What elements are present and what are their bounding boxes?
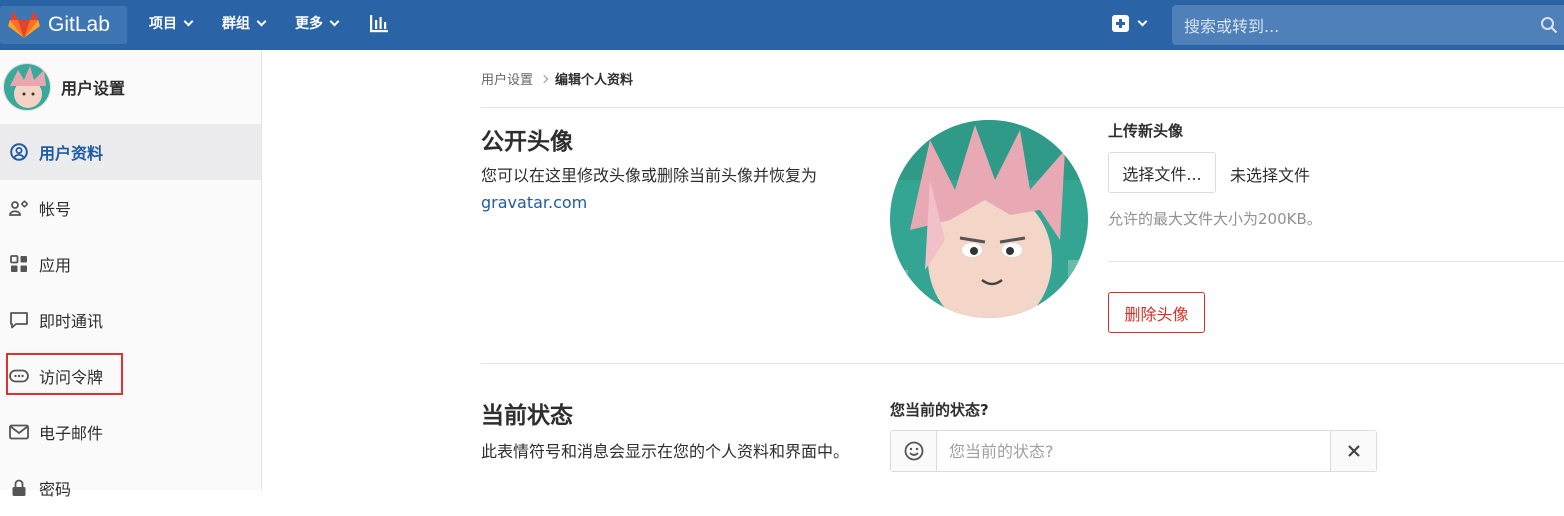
remove-avatar-button[interactable]: 删除头像 [1108,292,1205,333]
upload-title: 上传新头像 [1108,122,1184,140]
sidebar-item-profile[interactable]: 用户资料 [0,124,261,180]
nav-groups-label: 群组 [222,16,250,32]
new-item-dropdown[interactable] [1112,15,1148,32]
gitlab-logo-icon [8,11,40,38]
nav-projects-label: 项目 [149,16,177,32]
nav-more-dropdown[interactable]: 更多 [295,13,340,33]
smiley-icon [904,441,923,461]
breadcrumb-parent-link[interactable]: 用户设置 [481,69,533,88]
gitlab-home-link[interactable]: GitLab [0,6,127,44]
divider [481,107,1564,108]
no-file-chosen-text: 未选择文件 [1230,166,1311,185]
settings-sidebar: 用户设置 用户资料 帐号 应用 即时通讯 访问令牌 电子邮件 密码 [0,50,262,499]
sidebar-item-emails[interactable]: 电子邮件 [0,404,261,460]
top-navbar: GitLab 项目 群组 更多 搜索或转到... [0,0,1564,50]
sidebar-item-chat[interactable]: 即时通讯 [0,292,261,348]
search-input[interactable]: 搜索或转到... [1172,5,1564,45]
sidebar-item-password[interactable]: 密码 [0,460,261,516]
emoji-picker-button[interactable] [891,431,937,471]
chevron-right-icon [539,74,549,83]
chat-icon [9,310,29,330]
gravatar-link[interactable]: gravatar.com [481,193,587,212]
chevron-down-icon [256,16,267,26]
chevron-down-icon [183,16,194,26]
breadcrumb: 用户设置 编辑个人资料 [481,69,633,88]
avatar-description-text: 您可以在这里修改头像或删除当前头像并恢复为 [481,166,818,185]
sidebar-item-label: 密码 [39,480,72,499]
sidebar-item-label: 用户资料 [39,144,104,163]
close-icon [1347,445,1360,457]
choose-file-button[interactable]: 选择文件... [1108,152,1216,193]
nav-groups-dropdown[interactable]: 群组 [222,13,267,33]
max-size-help-text: 允许的最大文件大小为200KB。 [1108,210,1322,228]
chevron-down-icon [1137,16,1148,27]
lock-icon [9,478,29,498]
current-avatar-image [890,120,1088,318]
sidebar-item-account[interactable]: 帐号 [0,180,261,236]
avatar [3,63,51,111]
plus-square-icon [1112,15,1129,32]
applications-icon [9,254,29,274]
account-icon [9,198,29,218]
nav-more-label: 更多 [295,16,323,32]
search-placeholder: 搜索或转到... [1184,17,1280,36]
activity-chart-icon[interactable] [369,14,389,34]
avatar-section-description: 您可以在这里修改头像或删除当前头像并恢复为 gravatar.com [481,162,861,216]
highlight-annotation-box [6,353,123,395]
clear-status-button[interactable] [1330,431,1376,471]
status-message-input[interactable] [937,431,1330,471]
sidebar-item-label: 即时通讯 [39,312,104,331]
sidebar-header[interactable]: 用户设置 [0,50,261,124]
profile-icon [9,142,29,162]
search-icon [1541,17,1558,34]
status-input-group [890,430,1377,472]
mail-icon [9,422,29,442]
sidebar-title: 用户设置 [61,79,126,98]
status-section-title: 当前状态 [481,403,573,429]
breadcrumb-current[interactable]: 编辑个人资料 [555,69,633,88]
brand-name: GitLab [48,13,110,36]
chevron-down-icon [329,16,340,26]
divider [481,363,1564,364]
sidebar-item-label: 电子邮件 [39,424,104,443]
divider [1108,261,1564,262]
sidebar-item-label: 帐号 [39,200,72,219]
sidebar-item-label: 应用 [39,256,72,275]
sidebar-item-applications[interactable]: 应用 [0,236,261,292]
nav-projects-dropdown[interactable]: 项目 [149,13,194,33]
status-section-description: 此表情符号和消息会显示在您的个人资料和界面中。 [481,442,850,461]
status-field-label: 您当前的状态? [890,401,989,419]
avatar-section-title: 公开头像 [481,129,573,155]
